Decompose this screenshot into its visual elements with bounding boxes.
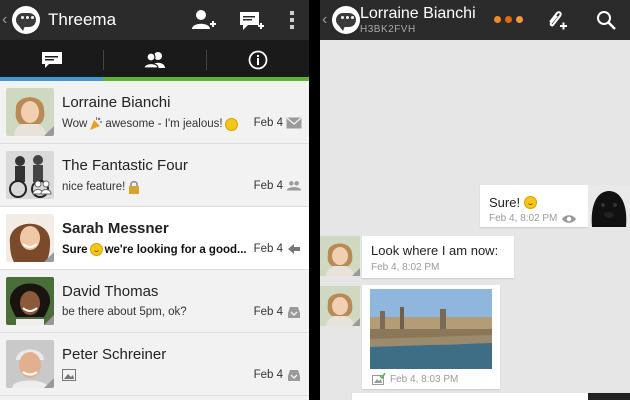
conversation-snippet: Sure we're looking for a good... xyxy=(62,243,247,256)
conversation-item[interactable]: David Thomas be there about 5pm, ok? Feb… xyxy=(0,270,309,333)
conversation-date: Feb 4 xyxy=(253,117,283,129)
threema-logo-icon[interactable] xyxy=(332,6,360,34)
tab-bar xyxy=(0,40,309,80)
conversation-name: The Fantastic Four xyxy=(62,157,188,174)
incoming-message[interactable]: Look where I am now: Feb 4, 8:02 PM xyxy=(362,236,514,278)
contacts-icon xyxy=(142,52,165,69)
search-icon xyxy=(597,11,616,30)
avatar[interactable] xyxy=(6,151,54,199)
chat-action-bar: ‹ Lorraine Bianchi H3BK2FVH xyxy=(320,0,630,40)
conversation-name: Sarah Messner xyxy=(62,220,169,237)
threema-logo-icon[interactable] xyxy=(12,6,40,34)
conversation-item[interactable]: The Fantastic Four nice feature! Feb 4 xyxy=(0,144,309,207)
lock-emoji-icon xyxy=(129,181,140,194)
conversation-snippet: nice feature! xyxy=(62,180,141,194)
conversation-name: Lorraine Bianchi xyxy=(62,94,171,111)
image-delivered-icon xyxy=(372,373,386,385)
grinning-emoji-icon xyxy=(224,117,238,131)
tab-contacts[interactable] xyxy=(103,40,206,80)
paperclip-add-icon xyxy=(549,11,567,30)
chat-pane: ‹ Lorraine Bianchi H3BK2FVH Sure! Feb 4,… xyxy=(320,0,630,400)
message-timestamp: Feb 4, 8:02 PM xyxy=(489,213,558,224)
conversation-list: Lorraine Bianchi Wow awesome - I'm jealo… xyxy=(0,81,309,396)
conversation-snippet: be there about 5pm, ok? xyxy=(62,306,187,318)
avatar[interactable] xyxy=(6,88,54,136)
inbox-icon xyxy=(286,368,302,382)
message-text: Look where I am now: xyxy=(371,243,499,258)
group-icon xyxy=(286,179,302,193)
add-contact-button[interactable] xyxy=(189,0,219,40)
reply-arrow-icon xyxy=(286,242,302,256)
conversation-date: Feb 4 xyxy=(253,180,283,192)
conversation-list-pane: ‹ Threema Lorraine Bianchi Wow awesome -… xyxy=(0,0,309,400)
avatar[interactable] xyxy=(6,214,54,262)
back-chevron-icon[interactable]: ‹ xyxy=(2,0,12,40)
conversation-snippet: Wow awesome - I'm jealous! xyxy=(62,117,238,131)
envelope-icon xyxy=(286,116,302,130)
conversation-date: Feb 4 xyxy=(253,243,283,255)
avatar[interactable] xyxy=(6,277,54,325)
inbox-icon xyxy=(286,305,302,319)
overflow-menu-button[interactable] xyxy=(285,0,299,40)
party-popper-emoji-icon xyxy=(90,117,103,130)
conversation-snippet xyxy=(62,369,76,381)
read-eye-icon xyxy=(562,214,577,223)
message-timestamp: Feb 4, 8:03 PM xyxy=(390,373,459,385)
contact-avatar[interactable] xyxy=(320,286,360,326)
conversation-item[interactable]: Peter Schreiner Feb 4 xyxy=(0,333,309,396)
add-contact-icon xyxy=(192,10,216,29)
message-text: Sure! xyxy=(489,195,521,210)
new-message-button[interactable] xyxy=(237,0,267,40)
own-avatar[interactable] xyxy=(588,185,630,227)
winking-emoji-icon xyxy=(524,196,538,209)
conversation-date: Feb 4 xyxy=(253,369,283,381)
search-button[interactable] xyxy=(592,0,620,40)
new-message-icon xyxy=(240,12,264,30)
winking-emoji-icon xyxy=(89,243,103,256)
incoming-image-message[interactable]: Feb 4, 8:03 PM xyxy=(362,285,500,389)
app-title: Threema xyxy=(48,10,117,29)
image-attachment-icon xyxy=(62,369,76,381)
own-avatar[interactable] xyxy=(588,393,630,400)
app-action-bar: ‹ Threema xyxy=(0,0,309,40)
tab-info[interactable] xyxy=(206,40,309,80)
outgoing-message[interactable]: Sure! Feb 4, 8:02 PM xyxy=(480,185,588,227)
info-icon xyxy=(248,50,267,70)
attach-button[interactable] xyxy=(542,0,570,40)
tab-chats[interactable] xyxy=(0,40,103,80)
group-badge-icon xyxy=(32,180,52,195)
conversation-name: Peter Schreiner xyxy=(62,346,167,363)
verification-level-icon xyxy=(494,16,523,23)
contact-avatar[interactable] xyxy=(320,236,360,276)
back-chevron-icon[interactable]: ‹ xyxy=(322,0,332,40)
overflow-menu-icon xyxy=(290,11,294,29)
chat-contact-id: H3BK2FVH xyxy=(360,24,416,35)
own-avatar-image xyxy=(588,185,630,227)
chat-icon xyxy=(41,52,62,68)
conversation-item[interactable]: Sarah Messner Sure we're looking for a g… xyxy=(0,207,309,270)
avatar[interactable] xyxy=(6,340,54,388)
conversation-date: Feb 4 xyxy=(253,306,283,318)
conversation-item[interactable]: Lorraine Bianchi Wow awesome - I'm jealo… xyxy=(0,81,309,144)
image-thumbnail[interactable] xyxy=(370,289,492,369)
message-timestamp: Feb 4, 8:02 PM xyxy=(371,262,440,273)
chat-contact-name[interactable]: Lorraine Bianchi xyxy=(360,5,476,23)
conversation-name: David Thomas xyxy=(62,283,159,300)
city-photo-image xyxy=(370,289,492,369)
